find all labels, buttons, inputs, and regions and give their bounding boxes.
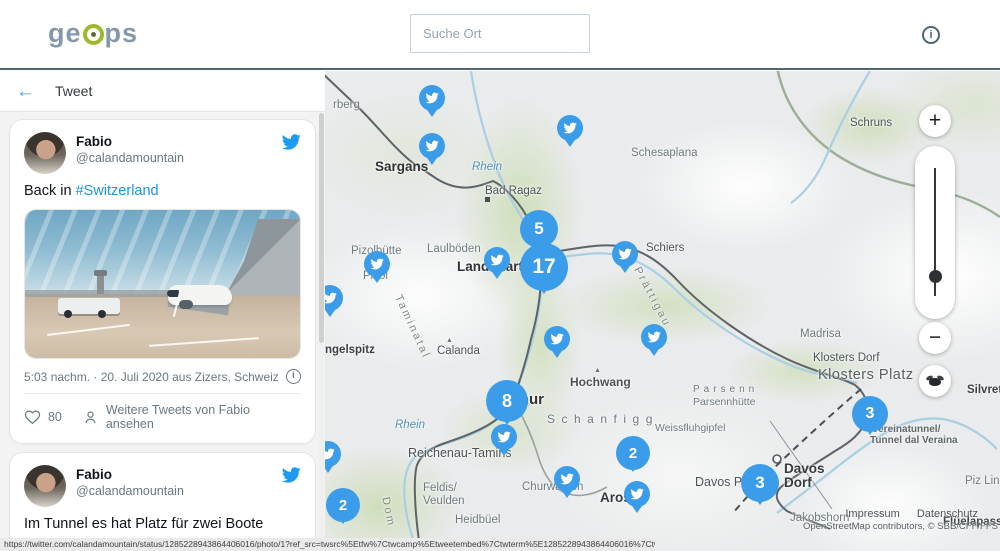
- browser-link-preview: https://twitter.com/calandamountain/stat…: [0, 538, 655, 551]
- legal-links: Impressum Datenschutz: [831, 508, 978, 520]
- tweet-cluster-marker[interactable]: 17: [520, 243, 568, 291]
- tweet-cluster-marker[interactable]: 3: [852, 396, 888, 432]
- tweet-header: Fabio @calandamountain: [24, 465, 301, 507]
- impressum-link[interactable]: Impressum: [845, 508, 899, 520]
- back-arrow-icon[interactable]: ←: [16, 82, 35, 101]
- zoom-slider-thumb[interactable]: [929, 270, 942, 283]
- aerial-layer-icon: [926, 375, 944, 387]
- logo-text-post: ps: [105, 18, 139, 49]
- tweet-meta-row: 5:03 nachm. · 20. Juli 2020 aus Zizers, …: [24, 369, 301, 384]
- place-search: [410, 14, 590, 53]
- zoom-slider[interactable]: [915, 146, 955, 319]
- tweet-marker[interactable]: [544, 326, 570, 352]
- tweet-text-plain: Back in: [24, 183, 76, 199]
- tweet-card[interactable]: Fabio @calandamountain Back in #Switzerl…: [9, 119, 316, 444]
- like-heart-icon[interactable]: [24, 409, 41, 426]
- twitter-bird-icon[interactable]: [281, 465, 301, 485]
- tweet-marker[interactable]: [325, 285, 343, 311]
- app-info-icon[interactable]: i: [922, 26, 940, 44]
- twitter-bird-icon[interactable]: [281, 132, 301, 152]
- photo-tow-truck: [58, 298, 120, 314]
- tweet-timestamp: 5:03 nachm. · 20. Juli 2020 aus Zizers, …: [24, 370, 279, 384]
- tweet-cluster-marker[interactable]: 2: [326, 488, 360, 522]
- tweet-marker[interactable]: [419, 133, 445, 159]
- map-markers-layer: 517 8 2 3 3 2: [325, 71, 1000, 551]
- tweet-cluster-marker[interactable]: 5: [520, 210, 558, 248]
- tweet-marker[interactable]: [557, 115, 583, 141]
- photo-control-tower: [97, 274, 104, 294]
- tweet-marker[interactable]: [624, 481, 650, 507]
- author-name: Fabio: [76, 467, 281, 482]
- zoom-out-button[interactable]: −: [919, 322, 951, 354]
- map-attribution: OpenStreetMap contributors, © SBB/CFF/FF…: [803, 521, 998, 532]
- geops-realtime-map-app: geps i ← Tweet Fabio @calandamount: [0, 0, 1000, 551]
- photo-airplane-engine: [179, 300, 193, 309]
- like-count[interactable]: 80: [48, 410, 62, 424]
- author-handle: @calandamountain: [76, 151, 281, 165]
- zoom-in-button[interactable]: +: [919, 105, 951, 137]
- logo-text-pre: ge: [48, 18, 82, 49]
- avatar[interactable]: [24, 465, 66, 507]
- panel-title: Tweet: [55, 83, 92, 99]
- search-input[interactable]: [423, 26, 599, 41]
- tweet-card[interactable]: Fabio @calandamountain Im Tunnel es hat …: [9, 452, 316, 551]
- tweet-cluster-marker[interactable]: 2: [616, 436, 650, 470]
- app-header: geps i: [0, 0, 1000, 70]
- tweet-photo-airport[interactable]: [24, 209, 301, 359]
- tweet-author: Fabio @calandamountain: [76, 132, 281, 165]
- tweet-info-icon[interactable]: i: [286, 369, 301, 384]
- tweet-cluster-marker[interactable]: 3: [741, 464, 779, 502]
- tweet-marker[interactable]: [325, 441, 341, 467]
- datenschutz-link[interactable]: Datenschutz: [917, 508, 978, 520]
- tweet-cluster-marker[interactable]: 8: [486, 380, 528, 422]
- tweet-panel: ← Tweet Fabio @calandamountain Back in #…: [0, 71, 325, 551]
- tweet-panel-header: ← Tweet: [0, 71, 325, 112]
- tweet-marker[interactable]: [364, 251, 390, 277]
- sidebar-scrollbar-thumb[interactable]: [319, 113, 324, 343]
- tweet-actions: 80 Weitere Tweets von Fabio ansehen: [24, 393, 301, 431]
- tweet-header: Fabio @calandamountain: [24, 132, 301, 174]
- author-name: Fabio: [76, 134, 281, 149]
- person-icon: [82, 409, 99, 426]
- tweet-marker[interactable]: [641, 324, 667, 350]
- tweet-marker[interactable]: [419, 85, 445, 111]
- map-canvas[interactable]: rbergSargansRheinBad RagazSchrunsSchesap…: [325, 71, 1000, 551]
- tweet-text: Back in #Switzerland: [24, 183, 301, 199]
- hashtag-link[interactable]: #Switzerland: [76, 183, 159, 199]
- tweet-list: Fabio @calandamountain Back in #Switzerl…: [0, 112, 325, 551]
- baselayer-toggle-button[interactable]: [919, 365, 951, 397]
- avatar[interactable]: [24, 132, 66, 174]
- logo-o-ring-icon: [83, 24, 104, 45]
- tweet-marker[interactable]: [484, 247, 510, 273]
- sidebar-scrollbar[interactable]: [319, 113, 324, 551]
- tweet-marker[interactable]: [612, 241, 638, 267]
- tweet-author: Fabio @calandamountain: [76, 465, 281, 498]
- geops-logo[interactable]: geps: [48, 18, 138, 49]
- tweet-marker[interactable]: [554, 466, 580, 492]
- more-tweets-link[interactable]: Weitere Tweets von Fabio ansehen: [106, 403, 301, 431]
- tweet-text: Im Tunnel es hat Platz für zwei Boote: [24, 516, 301, 532]
- author-handle: @calandamountain: [76, 484, 281, 498]
